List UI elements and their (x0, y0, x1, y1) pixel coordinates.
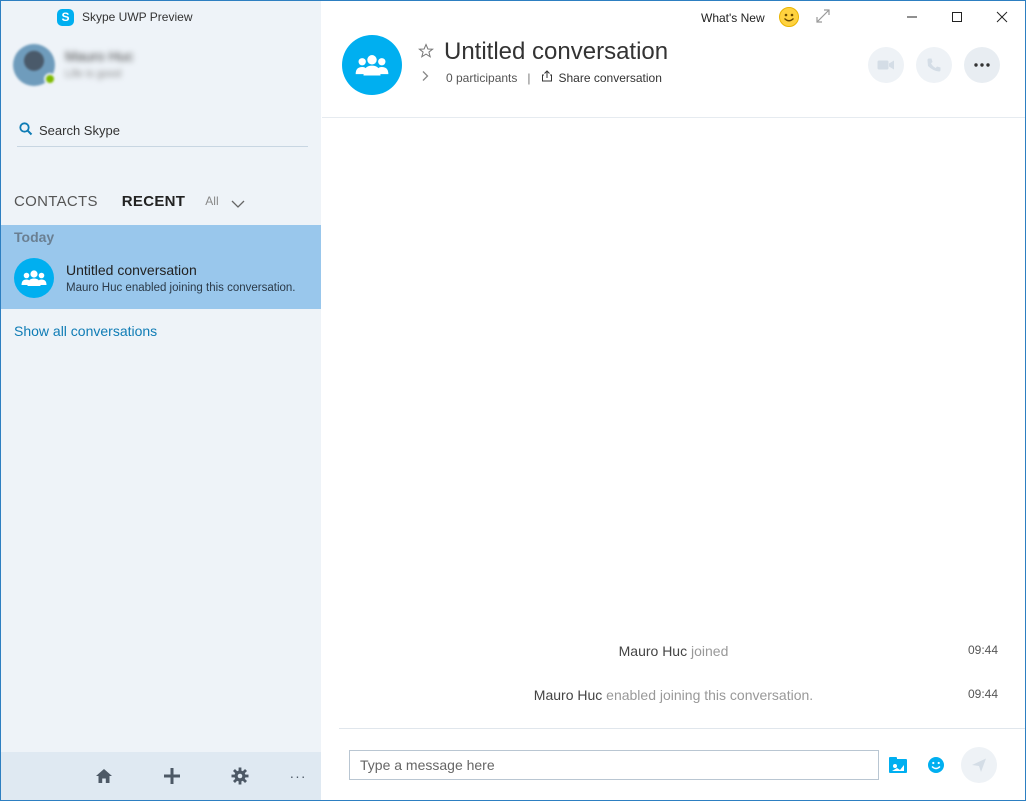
group-avatar-icon (14, 258, 54, 298)
bottom-bar: ··· (1, 752, 321, 800)
share-conversation-button[interactable]: Share conversation (559, 71, 662, 85)
search-input[interactable]: Search Skype (17, 119, 308, 147)
phone-icon (927, 58, 941, 72)
video-icon (877, 60, 894, 70)
message-action: enabled joining this conversation. (606, 687, 814, 703)
conversation-title: Untitled conversation (66, 262, 197, 278)
send-file-icon[interactable] (887, 754, 909, 776)
chevron-down-icon[interactable] (231, 196, 245, 208)
gear-icon[interactable] (230, 766, 250, 786)
send-icon (972, 758, 986, 772)
app-title-row: S Skype UWP Preview (57, 7, 192, 27)
list-item[interactable]: Untitled conversation Mauro Huc enabled … (14, 257, 314, 299)
divider (339, 728, 1025, 729)
sidebar: S Skype UWP Preview Mauro Huc Life is go… (1, 1, 321, 800)
separator: | (527, 70, 531, 85)
profile-text: Mauro Huc Life is good (65, 48, 133, 86)
profile-mood: Life is good (65, 68, 122, 80)
maximize-button[interactable] (947, 7, 967, 27)
profile[interactable]: Mauro Huc Life is good (13, 44, 133, 86)
message-time: 09:44 (967, 643, 998, 657)
conversation-meta: 0 participants | Share conversation (420, 70, 662, 85)
expand-icon[interactable] (815, 8, 831, 24)
more-icon[interactable]: ··· (288, 766, 308, 786)
audio-call-button[interactable] (916, 47, 952, 83)
presence-indicator (44, 73, 56, 85)
message-time: 09:44 (967, 687, 998, 701)
message-list: Mauro Huc joined 09:44 Mauro Huc enabled… (322, 119, 1025, 727)
whats-new-link[interactable]: What's New (701, 11, 765, 25)
star-icon[interactable] (418, 43, 434, 59)
message-action: joined (690, 643, 729, 659)
minimize-button[interactable] (902, 7, 922, 27)
video-call-button[interactable] (868, 47, 904, 83)
tab-recent[interactable]: RECENT (122, 193, 185, 210)
message-sender: Mauro Huc (533, 687, 603, 703)
message-text: Mauro Huc joined (322, 643, 1025, 659)
section-label-today: Today (14, 229, 55, 245)
more-icon (974, 63, 990, 67)
chevron-right-icon[interactable] (420, 70, 430, 85)
emoticon-icon[interactable] (925, 754, 947, 776)
conversation-title[interactable]: Untitled conversation (444, 38, 668, 66)
conversation-header: Untitled conversation 0 participants | S… (322, 33, 1025, 118)
home-icon[interactable] (94, 766, 114, 786)
sidebar-tabs: CONTACTS RECENT All (14, 191, 245, 211)
message-input[interactable]: Type a message here (349, 750, 879, 780)
smiley-icon[interactable] (779, 7, 799, 27)
share-icon[interactable] (541, 70, 553, 85)
avatar[interactable] (13, 44, 56, 86)
skype-logo-icon: S (57, 8, 74, 26)
message-sender: Mauro Huc (618, 643, 688, 659)
search-icon (19, 121, 35, 138)
skype-window: S Skype UWP Preview Mauro Huc Life is go… (0, 0, 1026, 801)
show-all-conversations-link[interactable]: Show all conversations (14, 323, 157, 339)
app-title: Skype UWP Preview (82, 10, 193, 24)
recent-section: Today Untitled conversation Mauro Huc en… (1, 225, 321, 309)
participants-count[interactable]: 0 participants (446, 71, 517, 85)
close-button[interactable] (992, 7, 1012, 27)
message-text: Mauro Huc enabled joining this conversat… (322, 687, 1025, 703)
group-avatar-icon[interactable] (342, 35, 402, 95)
search-label: Search Skype (39, 123, 120, 138)
profile-name: Mauro Huc (65, 48, 134, 64)
conversation-subtitle: Mauro Huc enabled joining this conversat… (66, 282, 296, 294)
filter-label[interactable]: All (205, 194, 218, 208)
more-options-button[interactable] (964, 47, 1000, 83)
tab-contacts[interactable]: CONTACTS (14, 193, 98, 210)
conversation-text: Untitled conversation Mauro Huc enabled … (66, 262, 296, 294)
add-icon[interactable] (162, 766, 182, 786)
send-button[interactable] (961, 747, 997, 783)
